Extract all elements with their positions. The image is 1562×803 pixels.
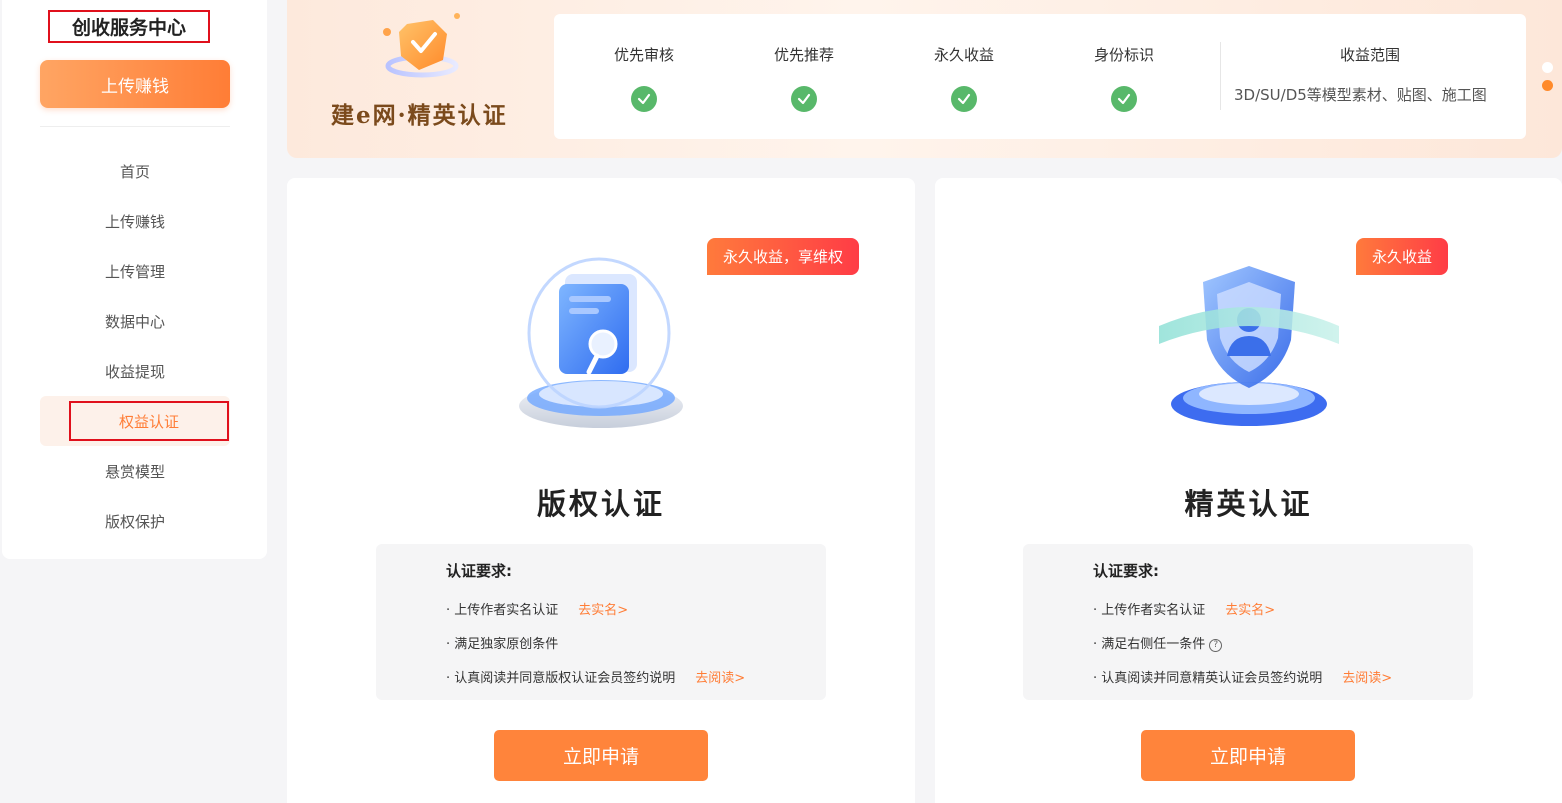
requirement-text: · 满足独家原创条件 [446,637,559,652]
sidebar-item-label: 收益提现 [104,362,165,381]
elite-cert-card: 永久收益 精英认证 认证要求: · 上传作者实名认证 去实名> · 满足右侧任一… [935,178,1562,803]
check-icon [951,86,977,112]
sidebar-title: 创收服务中心 [48,10,210,43]
requirement-text: · 满足右侧任一条件 [1093,637,1206,652]
sidebar-item-label: 版权保护 [104,512,165,531]
requirement-item: · 认真阅读并同意版权认证会员签约说明 去阅读> [446,667,745,686]
sidebar-item-label: 上传赚钱 [104,212,165,231]
carousel-dots [1542,62,1553,98]
benefit-label: 优先推荐 [773,46,834,64]
apply-copyright-button[interactable]: 立即申请 [494,730,708,781]
sidebar-item-upload-manage[interactable]: 上传管理 [40,246,230,296]
copyright-document-icon [519,257,683,428]
income-scope-text: 3D/SU/D5等模型素材、贴图、施工图 [1234,86,1487,104]
benefit-priority-recommend: 优先推荐 [744,14,864,139]
card-title: 版权认证 [536,487,665,521]
go-real-name-link[interactable]: 去实名> [578,603,628,618]
requirement-text: · 认真阅读并同意精英认证会员签约说明 [1093,671,1323,686]
requirements-box: 认证要求: · 上传作者实名认证 去实名> · 满足独家原创条件 · 认真阅读并同… [376,544,826,700]
benefit-label: 优先审核 [613,46,674,64]
apply-elite-button[interactable]: 立即申请 [1141,730,1355,781]
help-icon[interactable]: ? [1209,639,1223,652]
requirement-item: · 认真阅读并同意精英认证会员签约说明 去阅读> [1093,667,1392,686]
go-real-name-link[interactable]: 去实名> [1225,603,1275,618]
sidebar-item-withdraw[interactable]: 收益提现 [40,346,230,396]
requirements-title: 认证要求: [446,562,512,580]
copyright-cert-card: 永久收益，享维权 版权认证 认证要求: · 上传作者实名认证 去实名> · 满足… [287,178,915,803]
benefit-label: 身份标识 [1093,46,1154,64]
page-root: 创收服务中心 上传赚钱 首页 上传赚钱 上传管理 数据中心 收益提现 权益认证 … [0,0,1562,803]
sidebar-item-label: 首页 [119,162,150,181]
requirement-item: · 上传作者实名认证 去实名> [446,599,628,618]
sidebar-item-copyright-protect[interactable]: 版权保护 [40,496,230,546]
banner-logo-text: 建e网·精英认证 [331,102,508,129]
check-icon [1111,86,1137,112]
sidebar-item-label: 悬赏模型 [104,462,165,481]
requirement-item: · 满足独家原创条件 [446,633,558,652]
benefit-permanent-income: 永久收益 [904,14,1024,139]
sidebar-item-home[interactable]: 首页 [40,146,230,196]
requirement-text: · 认真阅读并同意版权认证会员签约说明 [446,671,676,686]
sidebar-item-certification[interactable]: 权益认证 [40,396,230,446]
certificate-badge-icon [383,13,460,78]
shield-user-icon [1158,266,1339,426]
sidebar-divider [40,126,230,127]
check-icon [631,86,657,112]
benefit-priority-review: 优先审核 [584,14,704,139]
sidebar-item-data-center[interactable]: 数据中心 [40,296,230,346]
sidebar-item-label: 数据中心 [104,312,165,331]
carousel-dot-active[interactable] [1542,80,1553,91]
go-read-link[interactable]: 去阅读> [695,671,745,686]
sidebar-item-label: 权益认证 [69,401,229,441]
sidebar-item-upload-earn[interactable]: 上传赚钱 [40,196,230,246]
sidebar-item-label: 上传管理 [104,262,165,281]
requirement-item: · 上传作者实名认证 去实名> [1093,599,1275,618]
benefits-panel: 优先审核 优先推荐 永久收益 身份标识 收益范围 3D/SU/D5等模型素材、贴… [554,14,1526,139]
sidebar-nav: 首页 上传赚钱 上传管理 数据中心 收益提现 权益认证 悬赏模型 版权保护 [40,146,230,546]
sidebar-item-bounty-model[interactable]: 悬赏模型 [40,446,230,496]
benefit-label: 永久收益 [933,46,994,64]
go-read-link[interactable]: 去阅读> [1342,671,1392,686]
requirements-box: 认证要求: · 上传作者实名认证 去实名> · 满足右侧任一条件? · 认真阅读并… [1023,544,1473,700]
requirements-title: 认证要求: [1093,562,1159,580]
card-tag: 永久收益 [1356,238,1449,275]
card-tag: 永久收益，享维权 [707,238,860,275]
requirement-text: · 上传作者实名认证 [446,603,559,618]
carousel-dot[interactable] [1542,62,1553,73]
card-title: 精英认证 [1184,487,1313,521]
check-icon [791,86,817,112]
requirement-text: · 上传作者实名认证 [1093,603,1206,618]
benefit-identity-badge: 身份标识 [1064,14,1184,139]
upload-earn-button[interactable]: 上传赚钱 [40,60,230,108]
sidebar: 创收服务中心 上传赚钱 首页 上传赚钱 上传管理 数据中心 收益提现 权益认证 … [2,0,267,559]
requirement-item: · 满足右侧任一条件? [1093,633,1223,652]
income-scope-title: 收益范围 [1339,46,1400,64]
elite-banner: 建e网·精英认证 优先审核 优先推荐 永久收益 身份标识 收益范围 3D/SU/… [287,0,1562,158]
